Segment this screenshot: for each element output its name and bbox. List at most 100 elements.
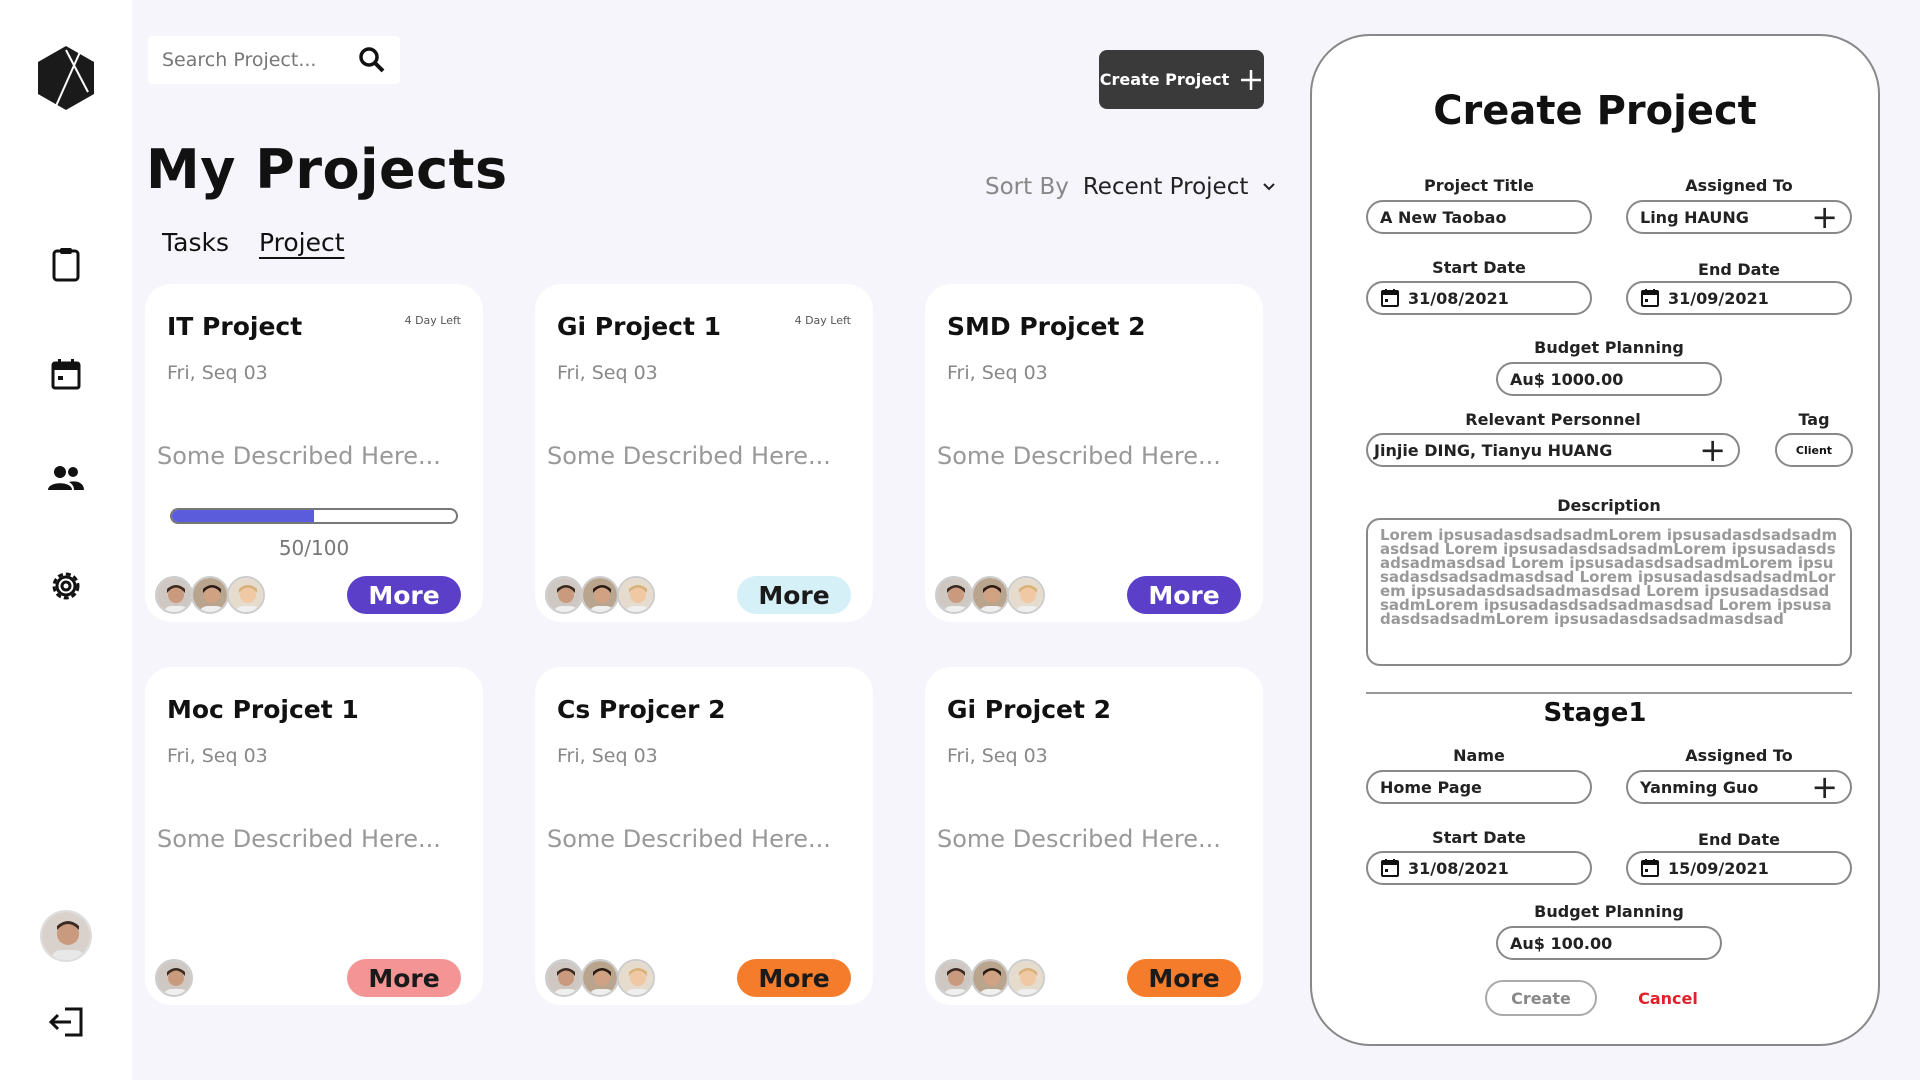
create-project-label: Create Project (1099, 70, 1230, 89)
stage-assigned-label: Assigned To (1685, 746, 1793, 765)
more-button[interactable]: More (737, 576, 851, 614)
stage-end-value: 15/09/2021 (1668, 858, 1769, 878)
create-project-button[interactable]: Create Project (1099, 50, 1264, 109)
personnel-value: Jinjie DING, Tianyu HUANG (1374, 440, 1613, 460)
card-title: Cs Projcer 2 (557, 695, 726, 724)
progress-text: 50/100 (278, 536, 350, 560)
avatar[interactable] (40, 910, 92, 962)
add-stage-assignee-icon[interactable]: + (1811, 771, 1838, 803)
search-icon[interactable] (358, 46, 386, 74)
assigned-to-value: Ling HAUNG (1640, 207, 1749, 227)
chevron-down-icon (1263, 183, 1276, 191)
card-day-left: 4 Day Left (794, 314, 851, 327)
tabs: Tasks Project (162, 228, 345, 257)
project-card[interactable]: SMD Projcet 2 Fri, Seq 03 Some Described H… (925, 284, 1263, 622)
plus-icon (1241, 69, 1262, 90)
calendar-icon (1380, 858, 1400, 878)
tag-pill[interactable]: Client (1775, 433, 1853, 467)
end-date-field[interactable]: 31/09/2021 (1626, 281, 1852, 315)
stage-start-label: Start Date (1432, 828, 1526, 847)
more-button[interactable]: More (1127, 576, 1241, 614)
gear-icon[interactable] (40, 560, 92, 612)
logout-icon[interactable] (40, 996, 92, 1048)
page-title: My Projects (146, 138, 508, 201)
card-date: Fri, Seq 03 (947, 362, 1048, 384)
cancel-button[interactable]: Cancel (1612, 980, 1724, 1016)
project-card[interactable]: Cs Projcer 2 Fri, Seq 03 Some Described He… (535, 667, 873, 1005)
description-textarea[interactable]: Lorem ipsusadasdsadsadmLorem ipsusadasds… (1366, 518, 1852, 666)
assigned-to-field[interactable]: Ling HAUNG + (1626, 200, 1852, 234)
card-title: Gi Project 1 (557, 312, 722, 341)
stage-assigned-field[interactable]: Yanming Guo + (1626, 770, 1852, 804)
start-date-value: 31/08/2021 (1408, 288, 1509, 308)
project-card[interactable]: IT Project 4 Day Left Fri, Seq 03 Some Desc… (145, 284, 483, 622)
avatar (191, 576, 229, 614)
stage-end-field[interactable]: 15/09/2021 (1626, 851, 1852, 885)
project-title-value: A New Taobao (1380, 207, 1507, 227)
avatar (935, 959, 973, 997)
stage-start-field[interactable]: 31/08/2021 (1366, 851, 1592, 885)
avatar (1007, 959, 1045, 997)
budget-field[interactable]: Au$ 1000.00 (1496, 362, 1722, 396)
add-assignee-icon[interactable]: + (1811, 201, 1838, 233)
card-description: Some Described Here... (547, 442, 831, 470)
progress-bar (170, 508, 458, 524)
stage-name-label: Name (1453, 746, 1505, 765)
description-label: Description (1557, 496, 1661, 515)
avatar-group (155, 959, 193, 997)
add-personnel-icon[interactable]: + (1699, 434, 1726, 466)
card-description: Some Described Here... (157, 825, 441, 853)
more-button[interactable]: More (347, 576, 461, 614)
search-input[interactable]: Search Project... (148, 36, 400, 84)
stage-name-field[interactable]: Home Page (1366, 770, 1592, 804)
avatar (155, 959, 193, 997)
card-day-left: 4 Day Left (404, 314, 461, 327)
avatar-group (545, 959, 655, 997)
calendar-icon[interactable] (40, 348, 92, 400)
divider (1366, 692, 1852, 694)
avatar-group (155, 576, 265, 614)
project-title-field[interactable]: A New Taobao (1366, 200, 1592, 234)
more-button[interactable]: More (347, 959, 461, 997)
calendar-icon (1640, 288, 1660, 308)
avatar (971, 959, 1009, 997)
create-button[interactable]: Create (1485, 980, 1597, 1016)
start-date-label: Start Date (1432, 258, 1526, 277)
card-date: Fri, Seq 03 (167, 362, 268, 384)
tab-project[interactable]: Project (259, 228, 345, 257)
people-icon[interactable] (40, 452, 92, 504)
project-card[interactable]: Moc Projcet 1 Fri, Seq 03 Some Described H… (145, 667, 483, 1005)
avatar (971, 576, 1009, 614)
assigned-to-label: Assigned To (1685, 176, 1793, 195)
sort-value: Recent Project (1082, 174, 1249, 200)
card-date: Fri, Seq 03 (557, 745, 658, 767)
card-description: Some Described Here... (937, 825, 1221, 853)
start-date-field[interactable]: 31/08/2021 (1366, 281, 1592, 315)
avatar-group (935, 576, 1045, 614)
stage-budget-label: Budget Planning (1534, 902, 1684, 921)
project-title-label: Project Title (1423, 176, 1535, 195)
personnel-field[interactable]: Jinjie DING, Tianyu HUANG + (1366, 433, 1740, 467)
clipboard-icon[interactable] (40, 238, 92, 290)
hexagon-logo[interactable] (32, 44, 100, 112)
sort-dropdown[interactable]: Sort By Recent Project (985, 174, 1276, 200)
more-button[interactable]: More (737, 959, 851, 997)
avatar (227, 576, 265, 614)
end-date-value: 31/09/2021 (1668, 288, 1769, 308)
project-card[interactable]: Gi Projcet 2 Fri, Seq 03 Some Described He… (925, 667, 1263, 1005)
personnel-label: Relevant Personnel (1465, 410, 1641, 429)
card-title: Gi Projcet 2 (947, 695, 1112, 724)
tab-tasks[interactable]: Tasks (162, 228, 229, 257)
panel-title: Create Project (1433, 88, 1757, 134)
search-placeholder: Search Project... (162, 49, 317, 71)
sort-label: Sort By (985, 174, 1069, 200)
project-card[interactable]: Gi Project 1 4 Day Left Fri, Seq 03 Some De… (535, 284, 873, 622)
budget-label: Budget Planning (1534, 338, 1684, 357)
create-project-panel: Create Project Project Title A New Taoba… (1310, 34, 1880, 1046)
stage-budget-field[interactable]: Au$ 100.00 (1496, 926, 1722, 960)
more-button[interactable]: More (1127, 959, 1241, 997)
card-description: Some Described Here... (937, 442, 1221, 470)
avatar (935, 576, 973, 614)
stage-name-value: Home Page (1380, 777, 1482, 797)
card-title: SMD Projcet 2 (947, 312, 1146, 341)
